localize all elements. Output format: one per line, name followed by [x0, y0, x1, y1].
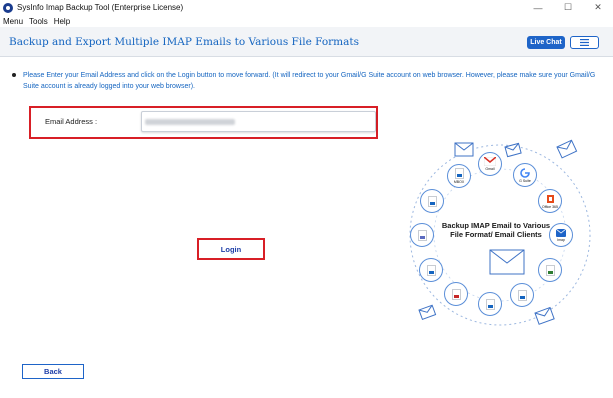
file-format-icon [510, 283, 534, 307]
live-chat-button[interactable]: Live Chat [527, 36, 565, 49]
header: Backup and Export Multiple IMAP Emails t… [0, 27, 613, 57]
menu-tools[interactable]: Tools [26, 17, 51, 26]
email-field[interactable] [141, 111, 376, 132]
office365-icon: Office 365 [538, 189, 562, 213]
file-format-icon [420, 189, 444, 213]
back-button[interactable]: Back [22, 364, 84, 379]
file-format-icon [444, 282, 468, 306]
maximize-icon[interactable]: ☐ [553, 0, 583, 15]
close-icon[interactable]: ✕ [583, 0, 613, 15]
page-title: Backup and Export Multiple IMAP Emails t… [9, 36, 359, 48]
gmail-icon: Gmail [478, 152, 502, 176]
app-icon [3, 2, 13, 13]
bullet-icon [12, 73, 16, 77]
file-format-icon [538, 258, 562, 282]
hamburger-menu-button[interactable] [570, 36, 599, 49]
file-format-icon [419, 258, 443, 282]
file-format-icon: MBOX [447, 164, 471, 188]
gsuite-icon: G Suite [513, 163, 537, 187]
menu-bar: Menu Tools Help [0, 15, 613, 27]
email-value-redacted [145, 119, 235, 125]
window-title: SysInfo Imap Backup Tool (Enterprise Lic… [17, 3, 184, 12]
minimize-icon[interactable]: — [523, 0, 553, 15]
login-button[interactable]: Login [221, 245, 241, 254]
file-format-icon [478, 292, 502, 316]
file-format-icon [410, 223, 434, 247]
email-label: Email Address : [45, 117, 98, 126]
imap-icon: Imap [549, 223, 573, 247]
title-bar: SysInfo Imap Backup Tool (Enterprise Lic… [0, 0, 613, 15]
menu-help[interactable]: Help [51, 17, 73, 26]
hamburger-icon [580, 39, 589, 46]
graphic-caption: Backup IMAP Email to Various File Format… [441, 221, 551, 239]
instruction-text: Please Enter your Email Address and clic… [23, 72, 596, 90]
email-form-highlight: Email Address : [29, 106, 378, 139]
login-highlight: Login [197, 238, 265, 260]
menu-menu[interactable]: Menu [0, 17, 26, 26]
